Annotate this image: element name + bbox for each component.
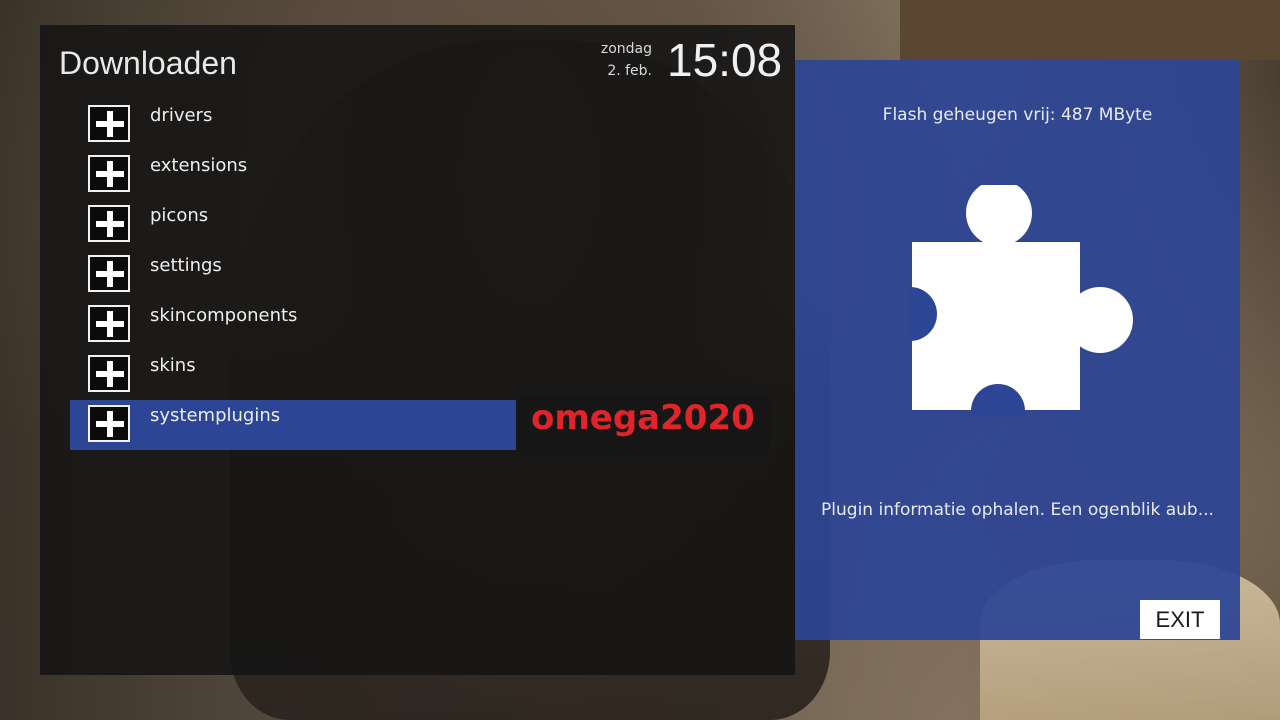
list-item-drivers[interactable]: drivers [70,100,516,150]
category-list: drivers extensions picons settings skinc… [70,100,516,450]
list-item-label: skincomponents [150,305,298,326]
list-item-settings[interactable]: settings [70,250,516,300]
watermark: omega2020 [518,395,770,455]
list-item-label: skins [150,355,196,376]
info-panel: Flash geheugen vrij: 487 MByte Plugin in… [795,60,1240,640]
page-title: Downloaden [59,45,237,81]
plus-icon [88,205,130,242]
list-item-picons[interactable]: picons [70,200,516,250]
plus-icon [88,355,130,392]
clock: 15:08 [667,34,783,86]
date-display: zondag 2. feb. [580,38,652,82]
list-item-systemplugins[interactable]: systemplugins [70,400,516,450]
flash-memory-info: Flash geheugen vrij: 487 MByte [882,105,1153,125]
list-item-label: picons [150,205,209,226]
list-item-label: settings [150,255,222,276]
plus-icon [88,405,130,442]
plus-icon [88,155,130,192]
puzzle-piece-icon [910,185,1133,415]
plus-icon [88,305,130,342]
list-item-extensions[interactable]: extensions [70,150,516,200]
day-label: zondag [600,41,652,57]
date-label: 2. feb. [607,63,652,79]
background-beam [900,0,1280,60]
list-item-label: systemplugins [150,405,281,426]
list-item-skins[interactable]: skins [70,350,516,400]
plus-icon [88,255,130,292]
plus-icon [88,105,130,142]
download-panel: Downloaden zondag 2. feb. 15:08 drivers … [40,25,795,675]
list-item-skincomponents[interactable]: skincomponents [70,300,516,350]
list-item-label: extensions [150,155,248,176]
exit-button[interactable]: EXIT [1140,600,1220,639]
list-item-label: drivers [150,105,213,126]
watermark-text: omega2020 [531,398,755,438]
status-message: Plugin informatie ophalen. Een ogenblik … [821,500,1214,520]
